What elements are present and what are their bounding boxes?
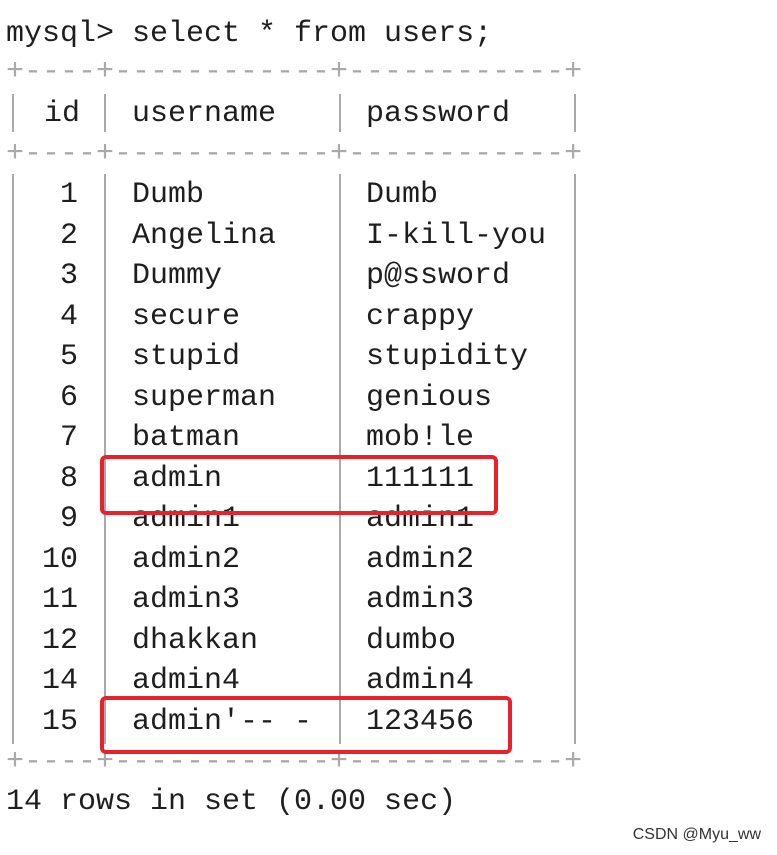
table-cell-id: 12	[41, 624, 78, 658]
table-cell-username: secure	[132, 300, 241, 334]
table-border-col2	[339, 94, 341, 132]
column-header-password: password	[366, 97, 511, 131]
table-border-left	[12, 94, 14, 132]
highlight-box-injection	[100, 696, 512, 754]
table-cell-password: stupidity	[366, 340, 529, 374]
table-cell-id: 11	[41, 583, 78, 617]
table-cell-username: superman	[132, 381, 277, 415]
table-cell-password: I-kill-you	[366, 219, 547, 253]
highlight-box-admin	[100, 455, 498, 515]
table-cell-password: p@ssword	[366, 259, 511, 293]
table-cell-username: Angelina	[132, 219, 277, 253]
table-cell-password: admin3	[366, 583, 475, 617]
table-cell-username: admin4	[132, 664, 241, 698]
table-cell-id: 10	[41, 543, 78, 577]
table-cell-username: Dummy	[132, 259, 223, 293]
column-header-username: username	[132, 97, 277, 131]
table-border-col1	[104, 94, 106, 132]
table-cell-username: batman	[132, 421, 241, 455]
table-cell-id: 8	[59, 462, 78, 496]
table-cell-password: crappy	[366, 300, 475, 334]
table-cell-id: 2	[59, 219, 78, 253]
table-cell-password: Dumb	[366, 178, 439, 212]
table-border-header: +----+------------+------------+	[6, 137, 583, 171]
table-cell-username: Dumb	[132, 178, 205, 212]
table-cell-id: 3	[59, 259, 78, 293]
table-cell-username: admin3	[132, 583, 241, 617]
table-cell-id: 4	[59, 300, 78, 334]
table-cell-id: 6	[59, 381, 78, 415]
table-border-right	[574, 94, 576, 132]
table-cell-id: 1	[59, 178, 78, 212]
column-header-id: id	[44, 97, 81, 131]
table-cell-password: mob!le	[366, 421, 475, 455]
table-cell-id: 5	[59, 340, 78, 374]
table-border-left-body	[12, 174, 14, 744]
table-cell-password: admin2	[366, 543, 475, 577]
table-cell-id: 14	[41, 664, 78, 698]
table-cell-id: 9	[59, 502, 78, 536]
table-border-right-body	[574, 174, 576, 744]
sql-prompt: mysql> select * from users;	[6, 17, 493, 51]
table-cell-password: admin4	[366, 664, 475, 698]
result-summary: 14 rows in set (0.00 sec)	[6, 785, 457, 819]
terminal-window: mysql> select * from users; +----+------…	[0, 0, 777, 855]
table-cell-username: admin2	[132, 543, 241, 577]
table-cell-username: stupid	[132, 340, 241, 374]
table-cell-username: dhakkan	[132, 624, 259, 658]
watermark: CSDN @Myu_ww	[632, 826, 761, 843]
table-cell-id: 15	[41, 705, 78, 739]
table-cell-id: 7	[59, 421, 78, 455]
table-cell-password: genious	[366, 381, 493, 415]
table-border-top: +----+------------+------------+	[6, 55, 583, 89]
table-cell-password: dumbo	[366, 624, 457, 658]
